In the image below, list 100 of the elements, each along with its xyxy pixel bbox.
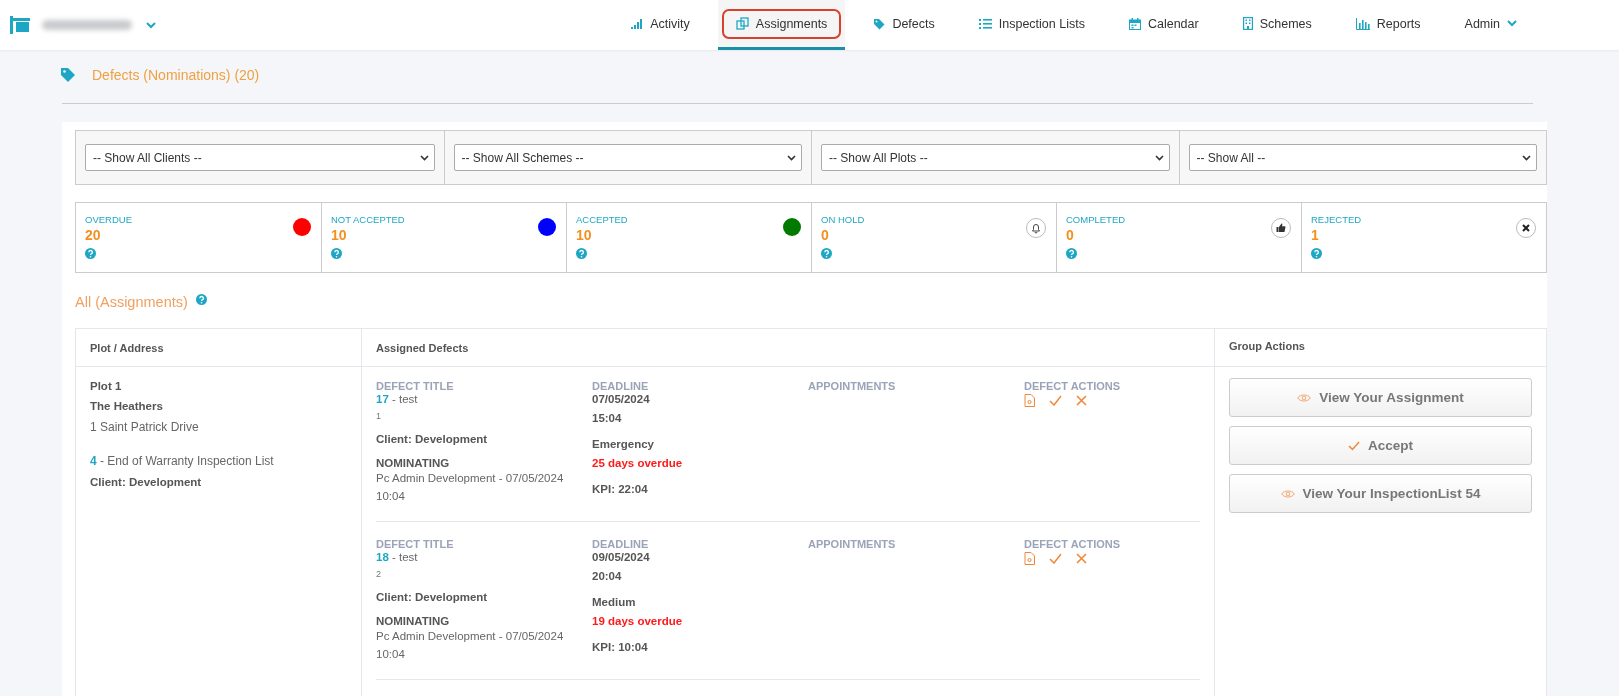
scheme-name: The Heathers	[90, 400, 164, 412]
nav-tab[interactable]: Assignments	[717, 0, 846, 50]
highlight-outline: Assignments	[721, 8, 842, 39]
sign-icon	[10, 16, 30, 34]
stat-count: 10	[331, 227, 348, 243]
nav-tab[interactable]: Admin	[1442, 0, 1539, 50]
close-icon	[1516, 218, 1536, 238]
nav-tab[interactable]: Defects	[851, 0, 957, 50]
chevron-down-icon[interactable]	[146, 21, 156, 29]
nominated-by-text: Pc Admin Development - 07/05/2024 10:04	[376, 629, 565, 662]
thumbs-up-icon	[1271, 218, 1291, 238]
caret-icon	[1154, 154, 1164, 161]
help-icon	[1311, 248, 1322, 259]
field-label: DEFECT TITLE	[376, 380, 455, 392]
action-button[interactable]: Accept	[1229, 426, 1532, 465]
nav-tab[interactable]: Reports	[1333, 0, 1443, 50]
nav-tab[interactable]: Activity	[609, 0, 712, 50]
page-title: Defects (Nominations) (20)	[92, 67, 260, 83]
close-icon[interactable]	[1076, 553, 1087, 564]
field-label: APPOINTMENTS	[808, 380, 897, 392]
bell-icon	[1026, 218, 1046, 238]
help-icon	[821, 248, 832, 259]
caret-icon	[787, 154, 796, 161]
plot-name: Plot 1	[90, 380, 123, 392]
tag-icon	[60, 67, 76, 83]
field-label: DEADLINE	[592, 380, 650, 392]
help-icon	[576, 248, 587, 259]
deadline-date: 09/05/2024	[592, 551, 651, 563]
nominated-by-text: Pc Admin Development - 07/05/2024 10:04	[376, 471, 565, 504]
deadline-time: 20:04	[592, 570, 623, 582]
stat-count: 0	[821, 227, 830, 243]
help-icon	[85, 248, 96, 259]
help-icon	[1066, 248, 1077, 259]
action-button[interactable]: View Your Assignment	[1229, 378, 1532, 417]
defect-number: 2	[376, 569, 382, 579]
defect-title: - test	[391, 393, 418, 405]
check-icon[interactable]	[1049, 553, 1062, 564]
stat-count: 20	[85, 227, 102, 243]
kpi-text: KPI: 10:04	[592, 641, 649, 653]
check-icon[interactable]	[1049, 395, 1062, 406]
nav-tab[interactable]: Schemes	[1220, 0, 1334, 50]
bar-chart-icon	[1355, 17, 1370, 30]
signal-icon	[631, 18, 644, 29]
overdue-text: 25 days overdue	[592, 457, 684, 469]
priority-text: Emergency	[592, 438, 655, 450]
close-icon[interactable]	[1076, 395, 1087, 406]
kpi-text: KPI: 22:04	[592, 483, 649, 495]
action-button[interactable]: View Your InspectionList 54	[1229, 474, 1532, 513]
dropdown[interactable]: -- Show All --	[1188, 144, 1537, 171]
client-text: Client: Development	[376, 433, 489, 445]
client-text: Client: Development	[90, 476, 203, 488]
field-label: DEFECT ACTIONS	[1024, 538, 1122, 550]
defect-number: 1	[376, 411, 382, 421]
help-icon	[331, 248, 342, 259]
stat-count: 1	[1311, 227, 1320, 243]
nav-tab[interactable]: Calendar	[1106, 0, 1221, 50]
deadline-time: 15:04	[592, 412, 623, 424]
overdue-text: 19 days overdue	[592, 615, 684, 627]
caret-icon	[419, 154, 429, 161]
calendar-icon	[1128, 17, 1141, 30]
field-label: DEFECT TITLE	[376, 538, 455, 550]
status-text: NOMINATING	[376, 615, 451, 627]
priority-text: Medium	[592, 596, 637, 608]
section-title: All (Assignments)	[75, 294, 188, 310]
copy-icon	[735, 17, 749, 30]
stat-label: NOT ACCEPTED	[331, 214, 405, 225]
caret-icon	[1522, 154, 1531, 161]
field-label: DEADLINE	[592, 538, 650, 550]
column-header: Plot / Address	[89, 341, 165, 356]
document-icon[interactable]	[1024, 552, 1035, 565]
column-header: Group Actions	[1214, 329, 1546, 366]
column-header: Assigned Defects	[361, 329, 1214, 366]
stat-label: OVERDUE	[85, 214, 132, 225]
stat-count: 10	[576, 227, 593, 243]
eye-icon	[1297, 392, 1312, 403]
address-text: 1 Saint Patrick Drive	[90, 420, 200, 434]
building-icon	[1242, 17, 1253, 30]
tag-icon	[873, 17, 886, 30]
stat-label: ACCEPTED	[576, 214, 628, 225]
nav-tab[interactable]: Inspection Lists	[956, 0, 1107, 50]
stat-label: REJECTED	[1311, 214, 1362, 225]
client-text: Client: Development	[376, 591, 489, 603]
dropdown[interactable]: -- Show All Clients --	[85, 144, 435, 171]
field-label: DEFECT ACTIONS	[1024, 380, 1122, 392]
stat-label: ON HOLD	[821, 214, 865, 225]
field-label: APPOINTMENTS	[808, 538, 897, 550]
help-icon	[195, 294, 207, 305]
chevron-down-icon	[1507, 20, 1517, 27]
dropdown[interactable]: -- Show All Schemes --	[453, 144, 802, 171]
defect-title: - test	[391, 551, 418, 563]
stat-label: COMPLETED	[1066, 214, 1126, 225]
deadline-date: 07/05/2024	[592, 393, 651, 405]
list-icon	[978, 17, 992, 30]
check-icon	[1348, 440, 1360, 451]
document-icon[interactable]	[1024, 394, 1035, 407]
dropdown[interactable]: -- Show All Plots --	[821, 144, 1170, 171]
status-text: NOMINATING	[376, 457, 451, 469]
eye-icon	[1280, 488, 1295, 499]
stat-count: 0	[1066, 227, 1075, 243]
inspection-name: - End of Warranty Inspection List	[99, 454, 274, 468]
